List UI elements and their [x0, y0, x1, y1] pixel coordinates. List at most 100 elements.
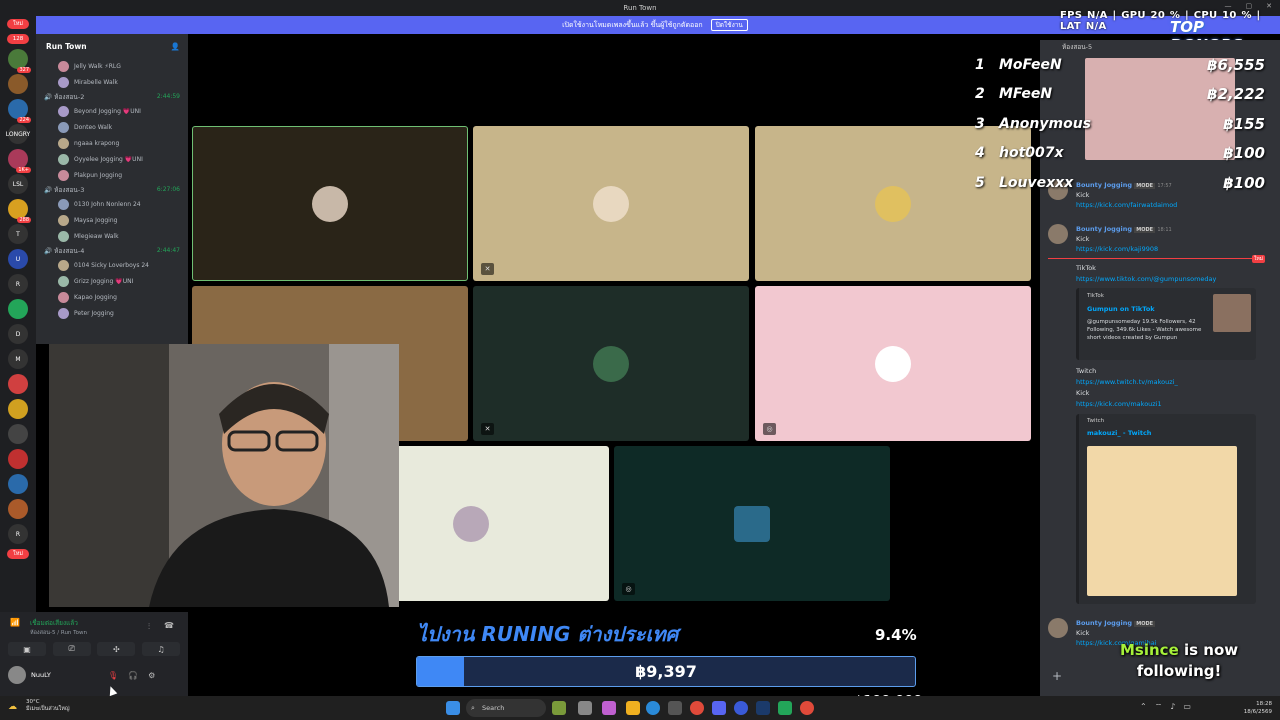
current-user[interactable]: NuuLY: [8, 666, 51, 684]
server-icon[interactable]: 1K+: [8, 149, 31, 173]
message-link[interactable]: https://kick.com/kaji9908: [1076, 244, 1158, 255]
voice-user[interactable]: Donteo Walk: [36, 119, 188, 135]
taskbar-app-icon[interactable]: [800, 701, 814, 715]
minimize-icon[interactable]: —: [1225, 2, 1232, 10]
voice-user[interactable]: Mlegieaw Walk: [36, 228, 188, 244]
server-icon[interactable]: R: [8, 274, 28, 294]
avatar: [58, 121, 69, 133]
voice-user[interactable]: Jelly Walk ⚡RLG: [36, 58, 188, 74]
file-explorer-icon[interactable]: [626, 701, 640, 715]
embed-title[interactable]: makouzi_ - Twitch: [1087, 429, 1151, 437]
voice-user[interactable]: 0104 Sicky Loverboys 24: [36, 257, 188, 273]
steam-icon[interactable]: [756, 701, 770, 715]
message-link[interactable]: https://www.tiktok.com/@gumpunsomeday: [1076, 275, 1216, 283]
server-icon[interactable]: 327: [8, 49, 31, 73]
new-pill[interactable]: ใหม่: [7, 549, 29, 559]
taskbar-app-icon[interactable]: [602, 701, 616, 715]
server-icon[interactable]: R: [8, 524, 28, 544]
voice-user[interactable]: Mirabelle Walk: [36, 74, 188, 90]
server-icon[interactable]: M: [8, 349, 28, 369]
taskbar-app-icon[interactable]: [668, 701, 682, 715]
voice-channel[interactable]: 🔊 ห้องสอน-2 2:44:59: [36, 90, 188, 103]
discord-icon[interactable]: [712, 701, 726, 715]
muted-mic-icon: ✕: [481, 423, 494, 435]
voice-user[interactable]: Kapao Jogging: [36, 289, 188, 305]
server-icon[interactable]: [8, 299, 28, 319]
server-icon[interactable]: [8, 474, 28, 494]
video-tile[interactable]: [192, 126, 468, 281]
avatar: [58, 198, 69, 210]
mic-muted-icon[interactable]: 🎙: [108, 671, 118, 680]
server-icon[interactable]: LSL: [8, 174, 28, 194]
avatar[interactable]: [1048, 618, 1068, 638]
search-box[interactable]: ⌕ Search: [466, 699, 546, 717]
add-attachment-icon[interactable]: +: [1052, 669, 1062, 683]
banner-disable-button[interactable]: ปิดใช้งาน: [710, 19, 748, 31]
camera-button[interactable]: ▣: [8, 642, 46, 656]
message-link[interactable]: https://kick.com/fairwatdaimod: [1076, 200, 1177, 211]
server-icon[interactable]: LONGRY: [6, 124, 30, 144]
start-button[interactable]: [446, 701, 460, 715]
taskbar-app-icon[interactable]: [778, 701, 792, 715]
voice-user[interactable]: Peter Jogging: [36, 305, 188, 321]
voice-user[interactable]: Beyond Jogging 💗UNI: [36, 103, 188, 119]
close-window-icon[interactable]: ✕: [1266, 2, 1272, 10]
video-tile[interactable]: ✕: [473, 286, 749, 441]
server-icon[interactable]: U: [8, 249, 28, 269]
voice-user[interactable]: Grizz Jogging 💗UNI: [36, 273, 188, 289]
weather-widget[interactable]: 30°C มีเมฆเป็นส่วนใหญ่: [26, 699, 70, 713]
video-tile[interactable]: ◎: [614, 446, 890, 601]
edge-icon[interactable]: [646, 701, 660, 715]
taskbar-clock[interactable]: 18:28 18/6/2569: [1244, 700, 1272, 716]
gear-icon[interactable]: ⚙: [148, 671, 155, 680]
server-icon[interactable]: [8, 424, 28, 444]
embed-image[interactable]: [1087, 446, 1237, 596]
server-icon[interactable]: [8, 74, 28, 94]
server-icon[interactable]: T: [8, 224, 28, 244]
video-tile[interactable]: ◎: [755, 286, 1031, 441]
server-icon[interactable]: [8, 374, 28, 394]
server-icon[interactable]: D: [8, 324, 28, 344]
chrome-icon[interactable]: [690, 701, 704, 715]
chevron-up-icon[interactable]: ⌃: [1140, 702, 1147, 712]
embed-title[interactable]: Gumpun on TikTok: [1087, 305, 1155, 313]
activities-button[interactable]: ✣: [97, 642, 136, 656]
soundboard-button[interactable]: ♫: [141, 642, 180, 656]
participant-avatar: [453, 505, 489, 542]
disconnect-icon[interactable]: ☎: [164, 621, 174, 630]
embed-thumbnail[interactable]: [1213, 294, 1251, 332]
server-icon[interactable]: [8, 499, 28, 519]
volume-icon[interactable]: ♪: [1170, 702, 1175, 712]
new-pill[interactable]: ใหม่: [7, 19, 29, 29]
noise-suppression-icon[interactable]: ⫶: [148, 622, 150, 632]
voice-user[interactable]: 0130 John Nonlenn 24: [36, 196, 188, 212]
voice-channel[interactable]: 🔊 ห้องสอน-3 6:27:06: [36, 183, 188, 196]
video-tile[interactable]: ✕: [473, 126, 749, 281]
server-icon[interactable]: 288: [8, 199, 31, 223]
server-icon[interactable]: 224: [8, 99, 31, 123]
headphones-icon[interactable]: 🎧: [128, 671, 138, 680]
server-icon[interactable]: [8, 449, 28, 469]
message-link[interactable]: https://www.twitch.tv/makouzi_: [1076, 378, 1178, 386]
taskbar-app-icon[interactable]: [734, 701, 748, 715]
add-member-icon[interactable]: 👤: [171, 42, 180, 51]
taskbar-app-icon[interactable]: [578, 701, 592, 715]
weather-icon[interactable]: ☁: [8, 702, 17, 712]
screen-share-button[interactable]: ⎚: [52, 642, 91, 656]
voice-user[interactable]: Plakpun Jogging: [36, 167, 188, 183]
voice-user[interactable]: Oyyelee Jogging 💗UNI: [36, 151, 188, 167]
message-link[interactable]: https://kick.com/makouzi1: [1076, 400, 1162, 408]
server-icon[interactable]: [8, 399, 28, 419]
voice-user[interactable]: Maysa Jogging: [36, 212, 188, 228]
donor-row: 2 MFeeN ฿2,222: [975, 80, 1265, 110]
message-author[interactable]: Bounty Jogging MODE 18:11: [1076, 224, 1172, 236]
voice-channel[interactable]: 🔊 ห้องสอน-4 2:44:47: [36, 244, 188, 257]
server-header[interactable]: Run Town 👤: [36, 34, 188, 58]
voice-status[interactable]: เชื่อมต่อเสียงแล้ว: [30, 618, 78, 628]
voice-user[interactable]: ngaaa krapong: [36, 135, 188, 151]
taskbar-app-icon[interactable]: [552, 701, 566, 715]
avatar[interactable]: [1048, 224, 1068, 244]
maximize-icon[interactable]: ▢: [1246, 2, 1253, 10]
battery-icon[interactable]: ▭: [1183, 702, 1191, 712]
network-icon[interactable]: ⌔: [1155, 702, 1163, 712]
